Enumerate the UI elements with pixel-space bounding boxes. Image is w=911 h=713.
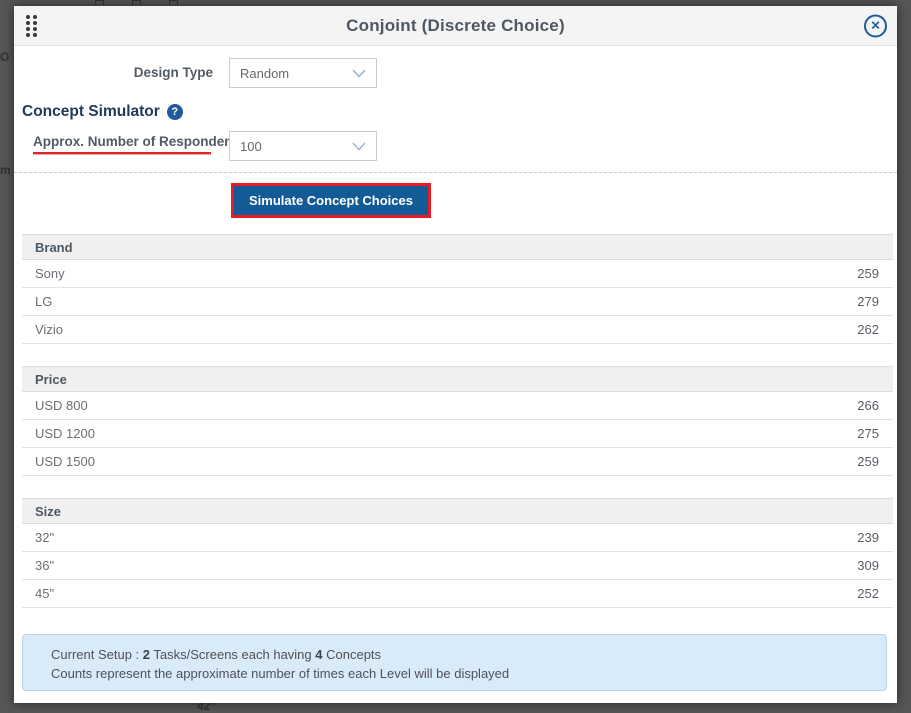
background-icon-remnant <box>169 0 178 5</box>
concepts-count: 4 <box>315 647 322 662</box>
level-count: 239 <box>857 530 879 545</box>
simulate-button-highlight: Simulate Concept Choices <box>231 183 431 218</box>
level-label: Vizio <box>35 322 857 337</box>
tasks-count: 2 <box>143 647 150 662</box>
dashed-divider <box>14 172 897 173</box>
current-setup-info-box: Current Setup : 2 Tasks/Screens each hav… <box>22 634 887 691</box>
chevron-down-icon <box>352 142 366 151</box>
level-count: 279 <box>857 294 879 309</box>
size-table-header: Size <box>22 498 893 524</box>
table-row: USD 1500 259 <box>22 448 893 476</box>
simulate-concept-choices-button[interactable]: Simulate Concept Choices <box>234 186 428 215</box>
level-label: 36" <box>35 558 857 573</box>
table-row: Sony 259 <box>22 260 893 288</box>
level-count: 259 <box>857 266 879 281</box>
level-label: Sony <box>35 266 857 281</box>
respondents-select[interactable]: 100 <box>229 131 377 161</box>
brand-table-header: Brand <box>22 234 893 260</box>
concept-simulator-heading: Concept Simulator ? <box>22 103 183 121</box>
level-count: 275 <box>857 426 879 441</box>
brand-table: Brand Sony 259 LG 279 Vizio 262 <box>22 234 893 344</box>
price-table-header: Price <box>22 366 893 392</box>
design-type-value: Random <box>240 66 352 81</box>
respondents-label: Approx. Number of Respondents: <box>33 134 249 149</box>
table-row: USD 800 266 <box>22 392 893 420</box>
info-line-2: Counts represent the approximate number … <box>51 664 876 683</box>
level-count: 309 <box>857 558 879 573</box>
modal-header: Conjoint (Discrete Choice) ✕ <box>14 6 897 46</box>
background-icon-remnant <box>95 0 104 5</box>
level-label: USD 800 <box>35 398 857 413</box>
table-row: LG 279 <box>22 288 893 316</box>
close-icon[interactable]: ✕ <box>864 14 887 37</box>
table-row: USD 1200 275 <box>22 420 893 448</box>
info-suffix: Concepts <box>323 647 382 662</box>
respondents-value: 100 <box>240 139 352 154</box>
table-row: 32" 239 <box>22 524 893 552</box>
level-label: 32" <box>35 530 857 545</box>
red-underline-annotation <box>33 152 211 155</box>
info-middle: Tasks/Screens each having <box>150 647 315 662</box>
design-type-select[interactable]: Random <box>229 58 377 88</box>
design-type-label: Design Type <box>14 65 213 80</box>
info-line-1: Current Setup : 2 Tasks/Screens each hav… <box>51 645 876 664</box>
table-row: 45" 252 <box>22 580 893 608</box>
size-table: Size 32" 239 36" 309 45" 252 <box>22 498 893 608</box>
help-icon[interactable]: ? <box>167 104 183 120</box>
level-count: 259 <box>857 454 879 469</box>
info-prefix: Current Setup : <box>51 647 143 662</box>
chevron-down-icon <box>352 69 366 78</box>
price-table: Price USD 800 266 USD 1200 275 USD 1500 … <box>22 366 893 476</box>
level-label: USD 1500 <box>35 454 857 469</box>
conjoint-modal: Conjoint (Discrete Choice) ✕ Design Type… <box>14 6 897 703</box>
background-text-remnant: m <box>0 163 11 177</box>
level-count: 262 <box>857 322 879 337</box>
table-row: 36" 309 <box>22 552 893 580</box>
modal-title: Conjoint (Discrete Choice) <box>14 16 897 36</box>
drag-handle-icon[interactable] <box>24 13 39 39</box>
table-row: Vizio 262 <box>22 316 893 344</box>
level-label: USD 1200 <box>35 426 857 441</box>
background-icon-remnant <box>132 0 141 5</box>
level-count: 252 <box>857 586 879 601</box>
background-text-remnant: O <box>0 50 9 64</box>
level-label: 45" <box>35 586 857 601</box>
level-count: 266 <box>857 398 879 413</box>
level-label: LG <box>35 294 857 309</box>
concept-simulator-title: Concept Simulator <box>22 103 160 121</box>
